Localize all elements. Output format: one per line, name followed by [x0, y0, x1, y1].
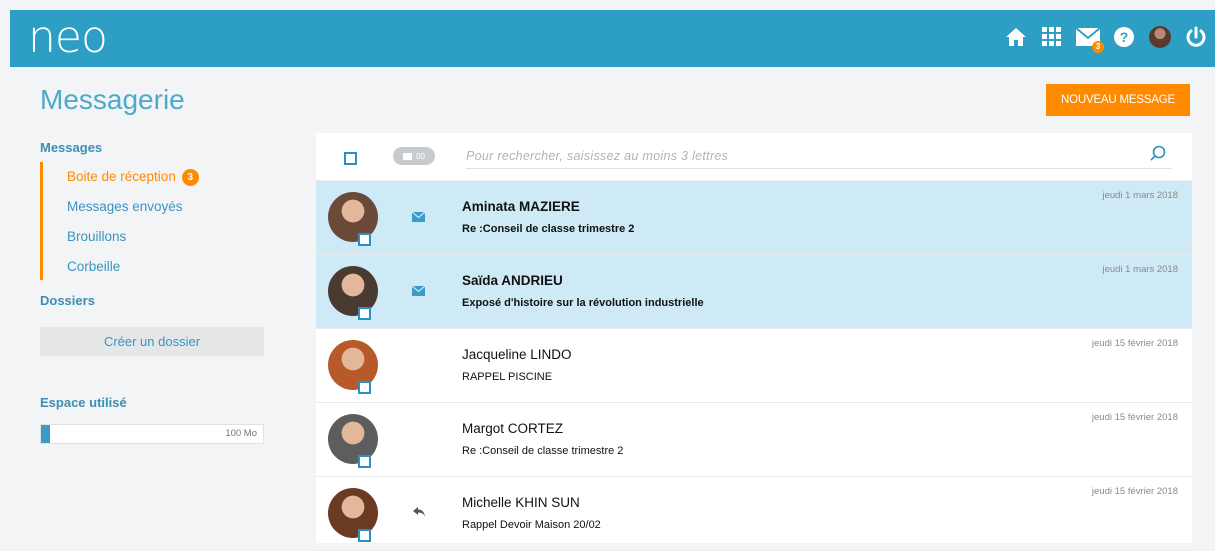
message-checkbox[interactable] — [358, 307, 371, 320]
new-message-button[interactable]: NOUVEAU MESSAGE — [1046, 84, 1190, 116]
message-date: jeudi 15 février 2018 — [1091, 486, 1178, 497]
message-subject: RAPPEL PISCINE — [462, 371, 553, 383]
message-date: jeudi 15 février 2018 — [1091, 412, 1178, 423]
envelope-icon — [411, 283, 426, 301]
message-date: jeudi 1 mars 2018 — [1102, 264, 1178, 275]
folders-heading: Dossiers — [40, 293, 95, 308]
storage-bar: 100 Mo — [40, 424, 264, 444]
sidebar-item-label: Messages envoyés — [67, 199, 183, 214]
mail-icon[interactable]: 3 — [1075, 24, 1104, 53]
select-all-checkbox[interactable] — [344, 152, 357, 165]
app-logo[interactable]: neo — [28, 12, 108, 64]
mail-badge: 3 — [1092, 41, 1104, 53]
power-icon[interactable] — [1183, 24, 1209, 50]
message-subject: Rappel Devoir Maison 20/02 — [462, 519, 601, 531]
message-row[interactable]: Aminata MAZIERE Re :Conseil de classe tri… — [316, 181, 1192, 255]
message-date: jeudi 15 février 2018 — [1091, 338, 1178, 349]
envelope-icon — [411, 209, 426, 227]
sidebar-item-sent[interactable]: Messages envoyés — [43, 192, 199, 222]
create-folder-button[interactable]: Créer un dossier — [40, 327, 264, 356]
message-checkbox[interactable] — [358, 233, 371, 246]
messages-heading: Messages — [40, 140, 103, 155]
list-toolbar: 00 — [316, 133, 1192, 181]
message-sender: Michelle KHIN SUN — [462, 495, 580, 510]
toggle-label: 00 — [416, 151, 425, 161]
message-sender: Margot CORTEZ — [462, 421, 564, 436]
message-list: Aminata MAZIERE Re :Conseil de classe tri… — [316, 181, 1192, 551]
storage-heading: Espace utilisé — [40, 395, 127, 410]
message-sender: Saïda ANDRIEU — [462, 273, 563, 288]
envelope-icon — [403, 152, 413, 160]
user-avatar[interactable] — [1147, 24, 1173, 50]
search-input[interactable] — [466, 143, 1172, 169]
sidebar-item-label: Boite de réception — [67, 169, 176, 184]
page-title: Messagerie — [40, 84, 185, 115]
message-subject: Re :Conseil de classe trimestre 2 — [462, 223, 635, 235]
sidebar-item-drafts[interactable]: Brouillons — [43, 222, 199, 252]
message-list-panel: 00 Aminata MAZIERE Re :Conseil de classe … — [316, 133, 1192, 551]
message-sender: Aminata MAZIERE — [462, 199, 580, 214]
help-icon[interactable]: ? — [1111, 24, 1137, 50]
message-row[interactable]: Jacqueline LINDO RAPPEL PISCINE jeudi 15 f… — [316, 329, 1192, 403]
sidebar-item-inbox[interactable]: Boite de réception 3 — [43, 162, 199, 192]
apps-grid-icon[interactable] — [1039, 24, 1065, 50]
sidebar-item-trash[interactable]: Corbeille — [43, 252, 199, 282]
message-subject: Re :Conseil de classe trimestre 2 — [462, 445, 624, 457]
message-subject: Exposé d'histoire sur la révolution indu… — [462, 297, 704, 309]
sidebar-item-label: Brouillons — [67, 229, 127, 244]
home-icon[interactable] — [1003, 24, 1029, 50]
storage-label: 100 Mo — [225, 428, 257, 439]
unread-filter-toggle[interactable]: 00 — [393, 147, 435, 165]
search-icon[interactable] — [1150, 145, 1166, 166]
message-row[interactable]: Michelle KHIN SUN Rappel Devoir Maison 20… — [316, 477, 1192, 551]
message-row[interactable]: Margot CORTEZ Re :Conseil de classe trime… — [316, 403, 1192, 477]
sidebar-item-label: Corbeille — [67, 259, 121, 274]
storage-fill — [41, 425, 50, 443]
message-row[interactable]: Saïda ANDRIEU Exposé d'histoire sur la ré… — [316, 255, 1192, 329]
message-date: jeudi 1 mars 2018 — [1102, 190, 1178, 201]
message-checkbox[interactable] — [358, 529, 371, 542]
message-sender: Jacqueline LINDO — [462, 347, 572, 362]
message-checkbox[interactable] — [358, 381, 371, 394]
header-icons: 3 ? — [1003, 24, 1209, 53]
svg-text:?: ? — [1120, 29, 1129, 45]
inbox-count-badge: 3 — [181, 168, 199, 186]
top-bar: neo 3 ? — [10, 10, 1215, 67]
mailbox-nav: Boite de réception 3 Messages envoyés Br… — [40, 162, 199, 280]
message-checkbox[interactable] — [358, 455, 371, 468]
reply-icon — [412, 505, 426, 523]
